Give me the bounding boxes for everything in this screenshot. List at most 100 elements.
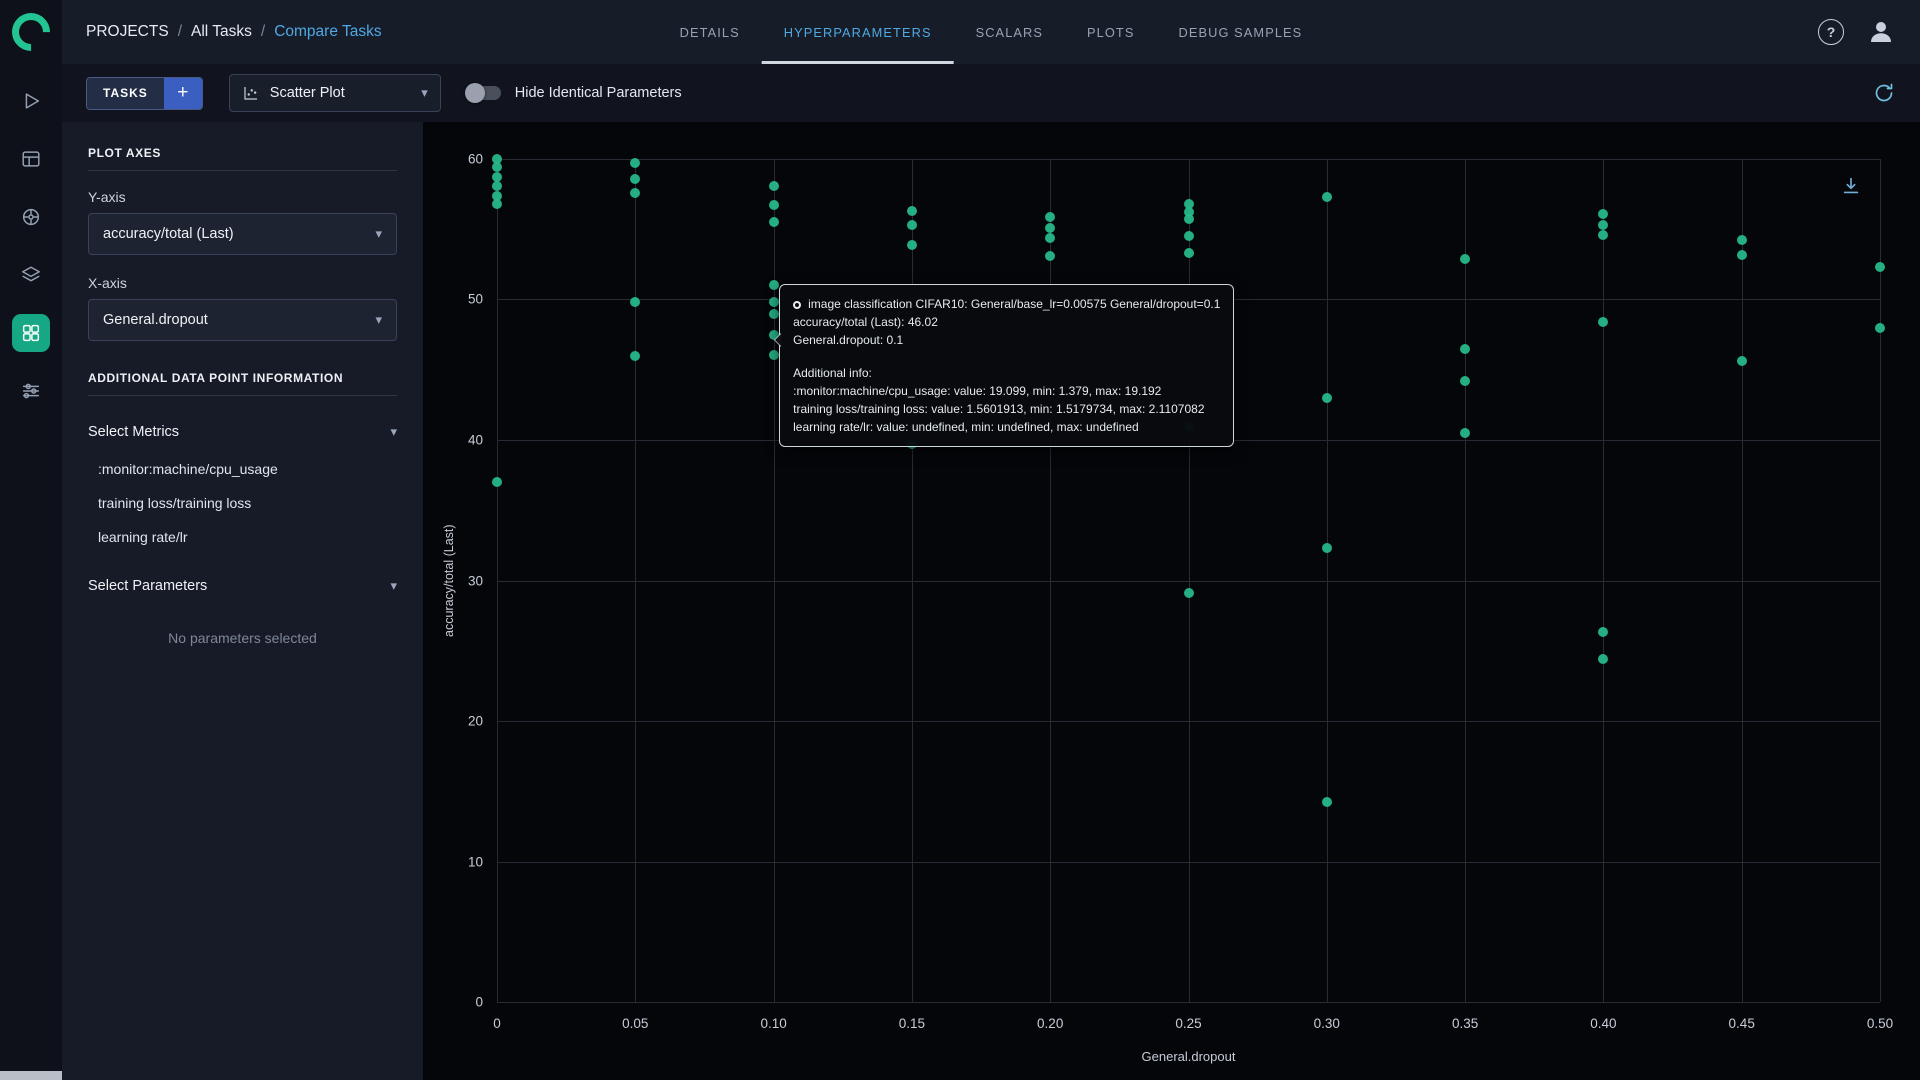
scatter-point[interactable]	[1736, 235, 1747, 246]
gridline-vertical	[1880, 159, 1881, 1002]
refresh-icon	[1875, 83, 1893, 102]
tab-plots[interactable]: PLOTS	[1065, 0, 1156, 64]
tooltip-metric-line: :monitor:machine/cpu_usage: value: 19.09…	[793, 383, 1162, 398]
reports-icon	[22, 266, 40, 282]
y-tick-label: 50	[467, 291, 483, 307]
scatter-point[interactable]	[768, 280, 779, 291]
scatter-point[interactable]	[1598, 208, 1609, 219]
select-parameters-dropdown[interactable]: Select Parameters ▾	[88, 568, 397, 604]
tab-bar: DETAILS HYPERPARAMETERS SCALARS PLOTS DE…	[658, 0, 1325, 64]
page-body: PLOT AXES Y-axis accuracy/total (Last) ▾…	[62, 122, 1920, 1080]
scatter-point[interactable]	[768, 350, 779, 361]
sidebar-item-orchestration[interactable]	[12, 372, 50, 410]
scatter-point[interactable]	[768, 200, 779, 211]
hide-identical-toggle[interactable]	[464, 83, 501, 103]
metric-item[interactable]: training loss/training loss	[88, 486, 397, 520]
hide-identical-group: Hide Identical Parameters	[464, 83, 682, 103]
scatter-point[interactable]	[1321, 543, 1332, 554]
sidebar-item-projects[interactable]	[12, 82, 50, 120]
sidebar-item-datasets[interactable]	[12, 140, 50, 178]
scatter-point[interactable]	[1598, 316, 1609, 327]
scatter-point[interactable]	[492, 180, 502, 191]
scatter-point[interactable]	[492, 198, 502, 209]
scatter-point[interactable]	[906, 220, 917, 231]
clearml-logo[interactable]	[0, 0, 62, 64]
gridline-horizontal	[497, 720, 1880, 722]
scatter-point[interactable]	[906, 239, 917, 250]
y-tick-label: 0	[475, 994, 483, 1010]
scatter-point[interactable]	[906, 205, 917, 216]
tab-details[interactable]: DETAILS	[658, 0, 762, 64]
tooltip-metric-line: training loss/training loss: value: 1.56…	[793, 401, 1205, 416]
tasks-button[interactable]: TASKS +	[86, 76, 203, 110]
scatter-point[interactable]	[1598, 627, 1609, 638]
tooltip-point-marker	[793, 300, 802, 309]
breadcrumb-all-tasks[interactable]: All Tasks	[191, 23, 252, 41]
y-tick-label: 40	[467, 432, 483, 448]
scatter-point[interactable]	[1183, 231, 1194, 242]
scatter-point[interactable]	[1321, 191, 1332, 202]
scatter-point[interactable]	[1875, 262, 1885, 273]
scatter-point[interactable]	[630, 158, 641, 169]
scatter-point[interactable]	[630, 187, 641, 198]
plot-type-select[interactable]: Scatter Plot ▾	[228, 74, 441, 112]
x-axis-select[interactable]: General.dropout ▾	[88, 299, 397, 341]
scatter-point[interactable]	[1045, 211, 1056, 222]
scatter-point[interactable]	[1460, 375, 1471, 386]
horizontal-scrollbar-thumb[interactable]	[0, 1071, 62, 1080]
tab-debug-samples[interactable]: DEBUG SAMPLES	[1157, 0, 1325, 64]
chevron-down-icon: ▾	[375, 312, 382, 327]
scatter-point[interactable]	[1183, 588, 1194, 599]
scatter-point[interactable]	[768, 217, 779, 228]
scatter-point[interactable]	[1321, 392, 1332, 403]
help-icon[interactable]: ?	[1818, 19, 1844, 45]
x-tick-label: 0.10	[760, 1016, 787, 1031]
scatter-point[interactable]	[1736, 249, 1747, 260]
user-avatar[interactable]	[1866, 17, 1896, 47]
scatter-point[interactable]	[1183, 214, 1194, 225]
scatter-point[interactable]	[1045, 250, 1056, 261]
gridline-horizontal	[497, 580, 1880, 582]
scatter-point[interactable]	[1598, 654, 1609, 665]
sidebar-item-reports[interactable]	[12, 256, 50, 294]
breadcrumb-projects[interactable]: PROJECTS	[86, 23, 169, 41]
avatar-icon	[1871, 22, 1891, 42]
add-task-button[interactable]: +	[163, 77, 202, 109]
select-metrics-label: Select Metrics	[88, 424, 180, 440]
scatter-point[interactable]	[1460, 343, 1471, 354]
scatter-point[interactable]	[768, 180, 779, 191]
tab-scalars[interactable]: SCALARS	[954, 0, 1065, 64]
metric-item[interactable]: :monitor:machine/cpu_usage	[88, 452, 397, 486]
scatter-point[interactable]	[1736, 356, 1747, 367]
scatter-point[interactable]	[768, 297, 779, 308]
sidebar-item-pipelines[interactable]	[12, 198, 50, 236]
scatter-point[interactable]	[1460, 253, 1471, 264]
scatter-point[interactable]	[1045, 222, 1056, 233]
scatter-point[interactable]	[492, 162, 502, 173]
plot-area[interactable]: image classification CIFAR10: General/ba…	[492, 154, 1885, 1003]
download-plot-icon[interactable]	[1840, 175, 1862, 197]
app-root: PROJECTS / All Tasks / Compare Tasks DET…	[0, 0, 1920, 1080]
sidebar-item-applications[interactable]	[12, 314, 50, 352]
orchestration-icon	[22, 383, 40, 399]
compare-toolbar: TASKS + Scatter Plot ▾ Hide Identical Pa…	[62, 64, 1920, 122]
select-metrics-dropdown[interactable]: Select Metrics ▾	[88, 414, 397, 450]
scatter-point[interactable]	[630, 350, 641, 361]
scatter-point[interactable]	[1598, 220, 1609, 231]
scatter-point[interactable]	[1460, 427, 1471, 438]
scatter-point[interactable]	[768, 308, 779, 319]
scatter-point[interactable]	[630, 173, 641, 184]
scatter-point[interactable]	[630, 297, 641, 308]
scatter-point[interactable]	[492, 477, 502, 488]
scatter-point[interactable]	[1045, 232, 1056, 243]
y-axis-select[interactable]: accuracy/total (Last) ▾	[88, 213, 397, 255]
metric-item[interactable]: learning rate/lr	[88, 520, 397, 554]
tab-hyperparameters[interactable]: HYPERPARAMETERS	[761, 0, 954, 64]
scatter-point[interactable]	[1598, 229, 1609, 240]
scatter-point[interactable]	[1321, 797, 1332, 808]
auto-refresh-button[interactable]	[1872, 81, 1896, 105]
scatter-point[interactable]	[1875, 322, 1885, 333]
projects-icon	[25, 93, 40, 109]
breadcrumb-compare-tasks[interactable]: Compare Tasks	[274, 23, 381, 41]
scatter-point[interactable]	[1183, 248, 1194, 259]
